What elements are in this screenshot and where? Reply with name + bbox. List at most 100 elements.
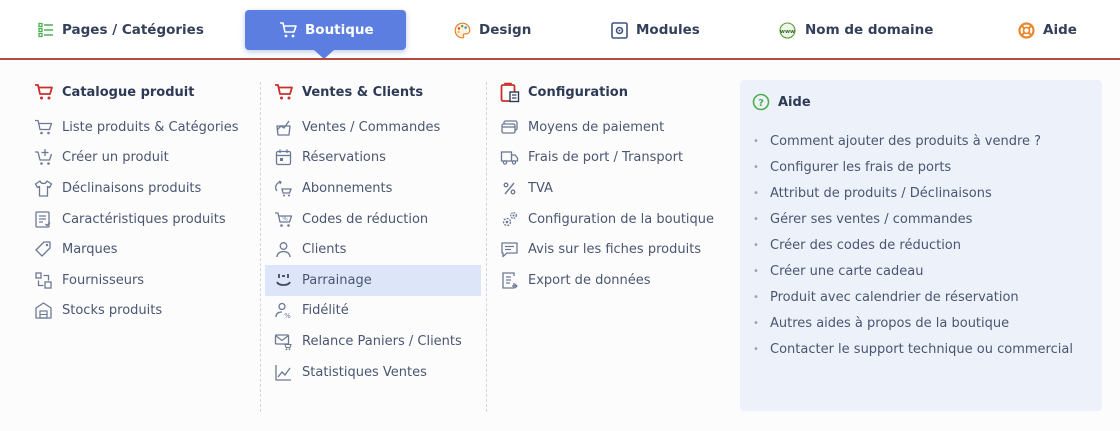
help-link[interactable]: • Comment ajouter des produits à vendre ? [752, 128, 1088, 154]
bullet-icon: • [753, 265, 759, 277]
nav-design[interactable]: Design [454, 10, 531, 50]
nav-label: Pages / Catégories [62, 22, 204, 38]
supplier-icon [34, 271, 53, 290]
help-link-label: Configurer les frais de ports [770, 159, 952, 175]
svg-text:www: www [780, 28, 795, 34]
column-catalogue-produit: Catalogue produit Liste produits & Catég… [34, 80, 254, 326]
help-link[interactable]: • Créer une carte cadeau [752, 258, 1088, 284]
palette-icon [454, 22, 471, 38]
menu-item-label: Caractéristiques produits [62, 211, 226, 227]
menu-item-creer-produit[interactable]: Créer un produit [34, 143, 254, 174]
user-icon [274, 240, 293, 259]
bullet-icon: • [753, 213, 759, 225]
percent-icon [500, 179, 519, 198]
menu-item-parrainage[interactable]: Parrainage [265, 264, 481, 296]
module-icon [611, 21, 628, 39]
menu-item-tva[interactable]: TVA [500, 173, 734, 204]
nav-pages-categories[interactable]: Pages / Catégories [38, 10, 204, 50]
help-link-label: Gérer ses ventes / commandes [770, 211, 973, 227]
bullet-icon: • [753, 161, 759, 173]
menu-item-label: Statistiques Ventes [302, 364, 427, 380]
help-link-label: Produit avec calendrier de réservation [770, 289, 1019, 305]
nav-modules[interactable]: Modules [611, 10, 700, 50]
tag-icon [34, 240, 53, 259]
cart-icon [35, 84, 53, 100]
cart-plus-icon [34, 148, 53, 167]
menu-item-avis-produits[interactable]: Avis sur les fiches produits [500, 234, 734, 265]
menu-item-frais-port[interactable]: Frais de port / Transport [500, 143, 734, 174]
help-link[interactable]: • Contacter le support technique ou comme… [752, 336, 1088, 362]
cart-discount-icon: % [274, 210, 293, 229]
help-link[interactable]: • Produit avec calendrier de réservation [752, 284, 1088, 310]
column-configuration: Configuration Moyens de paiement Frais d… [500, 80, 734, 296]
menu-item-relance-paniers[interactable]: Relance Paniers / Clients [274, 326, 484, 357]
menu-item-fournisseurs[interactable]: Fournisseurs [34, 265, 254, 296]
cart-icon [275, 84, 293, 100]
menu-item-label: Stocks produits [62, 303, 163, 319]
menu-item-label: Ventes / Commandes [302, 119, 441, 135]
menu-item-label: Relance Paniers / Clients [302, 333, 462, 349]
menu-item-export-donnees[interactable]: Export de données [500, 265, 734, 296]
column-header: Catalogue produit [34, 80, 254, 104]
menu-item-fidelite[interactable]: % Fidélité [274, 296, 484, 327]
menu-item-label: Frais de port / Transport [528, 150, 684, 166]
cart-refresh-icon [274, 179, 293, 198]
column-title: Catalogue produit [62, 84, 195, 100]
menu-item-label: Déclinaisons produits [62, 180, 202, 196]
menu-item-caracteristiques[interactable]: Caractéristiques produits [34, 204, 254, 235]
menu-item-clients[interactable]: Clients [274, 234, 484, 265]
list-icon [38, 22, 53, 38]
help-link-label: Contacter le support technique ou commer… [770, 341, 1073, 357]
line-chart-icon [274, 363, 293, 382]
menu-item-abonnements[interactable]: Abonnements [274, 173, 484, 204]
help-link[interactable]: • Gérer ses ventes / commandes [752, 206, 1088, 232]
mail-cart-icon [274, 332, 293, 351]
menu-item-declinaisons[interactable]: Déclinaisons produits [34, 173, 254, 204]
boutique-mega-menu: Catalogue produit Liste produits & Catég… [0, 60, 1120, 431]
menu-item-reservations[interactable]: Réservations [274, 143, 484, 174]
menu-item-label: Moyens de paiement [528, 119, 665, 135]
help-header: ? Aide [752, 92, 1088, 112]
menu-item-label: Créer un produit [62, 150, 169, 166]
column-title: Configuration [528, 84, 628, 100]
menu-item-label: Réservations [302, 150, 386, 166]
shirt-icon [34, 179, 53, 198]
menu-item-ventes-commandes[interactable]: Ventes / Commandes [274, 112, 484, 143]
chart-bag-icon [274, 118, 293, 137]
menu-item-label: Liste produits & Catégories [62, 119, 239, 135]
svg-text:?: ? [758, 98, 764, 109]
menu-item-marques[interactable]: Marques [34, 234, 254, 265]
cart-icon [34, 118, 53, 137]
nav-nom-de-domaine[interactable]: www Nom de domaine [778, 10, 933, 50]
gears-icon [500, 210, 519, 229]
menu-item-configuration-boutique[interactable]: Configuration de la boutique [500, 204, 734, 235]
menu-item-label: TVA [528, 180, 553, 196]
help-link[interactable]: • Créer des codes de réduction [752, 232, 1088, 258]
help-link[interactable]: • Autres aides à propos de la boutique [752, 310, 1088, 336]
card-icon [500, 118, 519, 137]
nav-aide[interactable]: Aide [1018, 10, 1077, 50]
menu-item-label: Clients [302, 242, 347, 258]
list-check-icon [34, 210, 53, 229]
svg-text:%: % [284, 312, 291, 320]
nav-label: Design [479, 22, 532, 38]
nav-boutique[interactable]: Boutique [245, 10, 406, 50]
menu-item-label: Parrainage [302, 272, 372, 288]
user-percent-icon: % [274, 301, 293, 320]
menu-item-liste-produits[interactable]: Liste produits & Catégories [34, 112, 254, 143]
menu-item-statistiques[interactable]: Statistiques Ventes [274, 357, 484, 388]
column-header: Ventes & Clients [274, 80, 484, 104]
menu-item-moyens-paiement[interactable]: Moyens de paiement [500, 112, 734, 143]
help-link[interactable]: • Attribut de produits / Déclinaisons [752, 180, 1088, 206]
bullet-icon: • [753, 317, 759, 329]
help-link-label: Attribut de produits / Déclinaisons [770, 185, 992, 201]
menu-item-label: Abonnements [302, 180, 393, 196]
bullet-icon: • [753, 239, 759, 251]
svg-text:%: % [282, 215, 288, 222]
help-link-label: Comment ajouter des produits à vendre ? [770, 133, 1042, 149]
column-separator [486, 82, 487, 412]
menu-item-stocks[interactable]: Stocks produits [34, 296, 254, 327]
help-link[interactable]: • Configurer les frais de ports [752, 154, 1088, 180]
menu-item-codes-reduction[interactable]: % Codes de réduction [274, 204, 484, 235]
column-header: Configuration [500, 80, 734, 104]
